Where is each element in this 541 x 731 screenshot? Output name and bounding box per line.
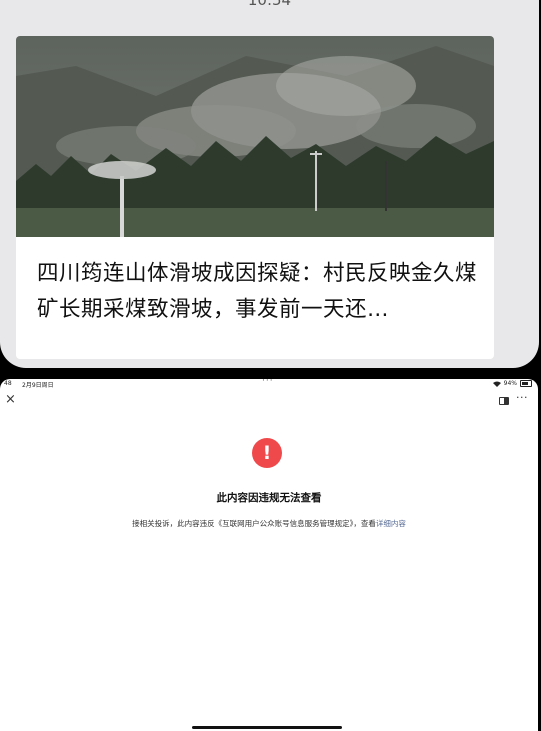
more-options-button[interactable]: ··· [516, 391, 528, 404]
bottom-screenshot-panel: 48 2月9日周日 ··· 94% × ··· ! 此内容因违规无法查看 接相关… [0, 379, 538, 731]
blocked-description-text: 接相关投诉，此内容违反《互联网用户公众账号信息服务管理规定》，查看 [132, 519, 376, 528]
status-right: 94% [492, 380, 532, 387]
details-link[interactable]: 详细内容 [376, 519, 406, 528]
home-indicator[interactable] [192, 726, 342, 729]
battery-percent: 94% [503, 380, 517, 387]
close-button[interactable]: × [5, 393, 16, 407]
blocked-description: 接相关投诉，此内容违反《互联网用户公众账号信息服务管理规定》，查看详细内容 [0, 518, 538, 529]
battery-icon [520, 380, 532, 387]
top-screenshot-panel: 10:54 四川筠连山体滑坡成因探疑：村民反映金久煤矿长期采煤致滑坡，事发前一天… [0, 0, 539, 368]
blocked-title: 此内容因违规无法查看 [216, 492, 322, 504]
status-clock: 10:54 [247, 0, 292, 9]
reader-mode-icon[interactable] [499, 397, 509, 405]
warning-icon: ! [252, 438, 282, 468]
news-title[interactable]: 四川筠连山体滑坡成因探疑：村民反映金久煤矿长期采煤致滑坡，事发前一天还… [37, 256, 477, 328]
status-bar: 48 2月9日周日 ··· 94% [0, 379, 538, 390]
news-card[interactable]: 四川筠连山体滑坡成因探疑：村民反映金久煤矿长期采煤致滑坡，事发前一天还… [16, 36, 494, 359]
multitask-dots-icon[interactable]: ··· [262, 379, 274, 386]
status-time: 48 [4, 380, 12, 387]
news-image [16, 36, 494, 237]
status-date: 2月9日周日 [22, 382, 54, 389]
wifi-icon [492, 381, 501, 387]
